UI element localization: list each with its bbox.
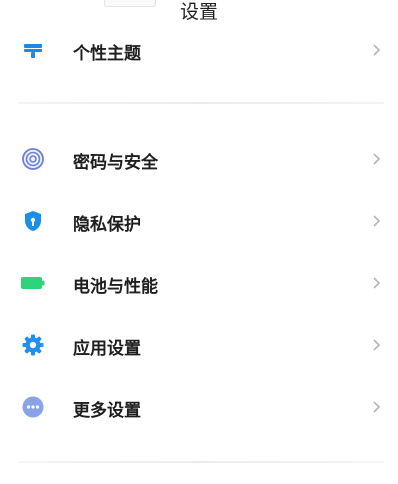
settings-item-more-settings[interactable]: 更多设置 (0, 381, 398, 433)
settings-item-label: 个性主题 (73, 44, 141, 64)
settings-item-label: 更多设置 (73, 401, 141, 421)
page-title: 设置 (179, 1, 218, 23)
settings-item-label: 隐私保护 (73, 215, 141, 235)
chevron-right-icon (373, 277, 381, 289)
chevron-right-icon (373, 153, 381, 165)
theme-icon (20, 37, 46, 63)
more-icon (20, 394, 46, 420)
section-divider (18, 461, 384, 463)
chevron-right-icon (373, 339, 381, 351)
settings-item-theme[interactable]: 个性主题 (0, 24, 398, 76)
privacy-shield-icon (20, 208, 46, 234)
settings-item-privacy[interactable]: 隐私保护 (0, 195, 398, 247)
top-bar: 设置 (0, 0, 398, 26)
settings-item-label: 密码与安全 (73, 153, 158, 173)
chevron-right-icon (373, 215, 381, 227)
settings-item-password-security[interactable]: 密码与安全 (0, 133, 398, 185)
gear-icon (20, 332, 46, 358)
settings-item-label: 电池与性能 (73, 277, 158, 297)
fingerprint-icon (20, 146, 46, 172)
battery-icon (20, 270, 46, 296)
settings-item-label: 应用设置 (73, 339, 141, 359)
settings-item-app-settings[interactable]: 应用设置 (0, 319, 398, 371)
settings-item-battery-performance[interactable]: 电池与性能 (0, 257, 398, 309)
chevron-right-icon (373, 44, 381, 56)
chevron-right-icon (373, 401, 381, 413)
section-divider (18, 102, 384, 104)
